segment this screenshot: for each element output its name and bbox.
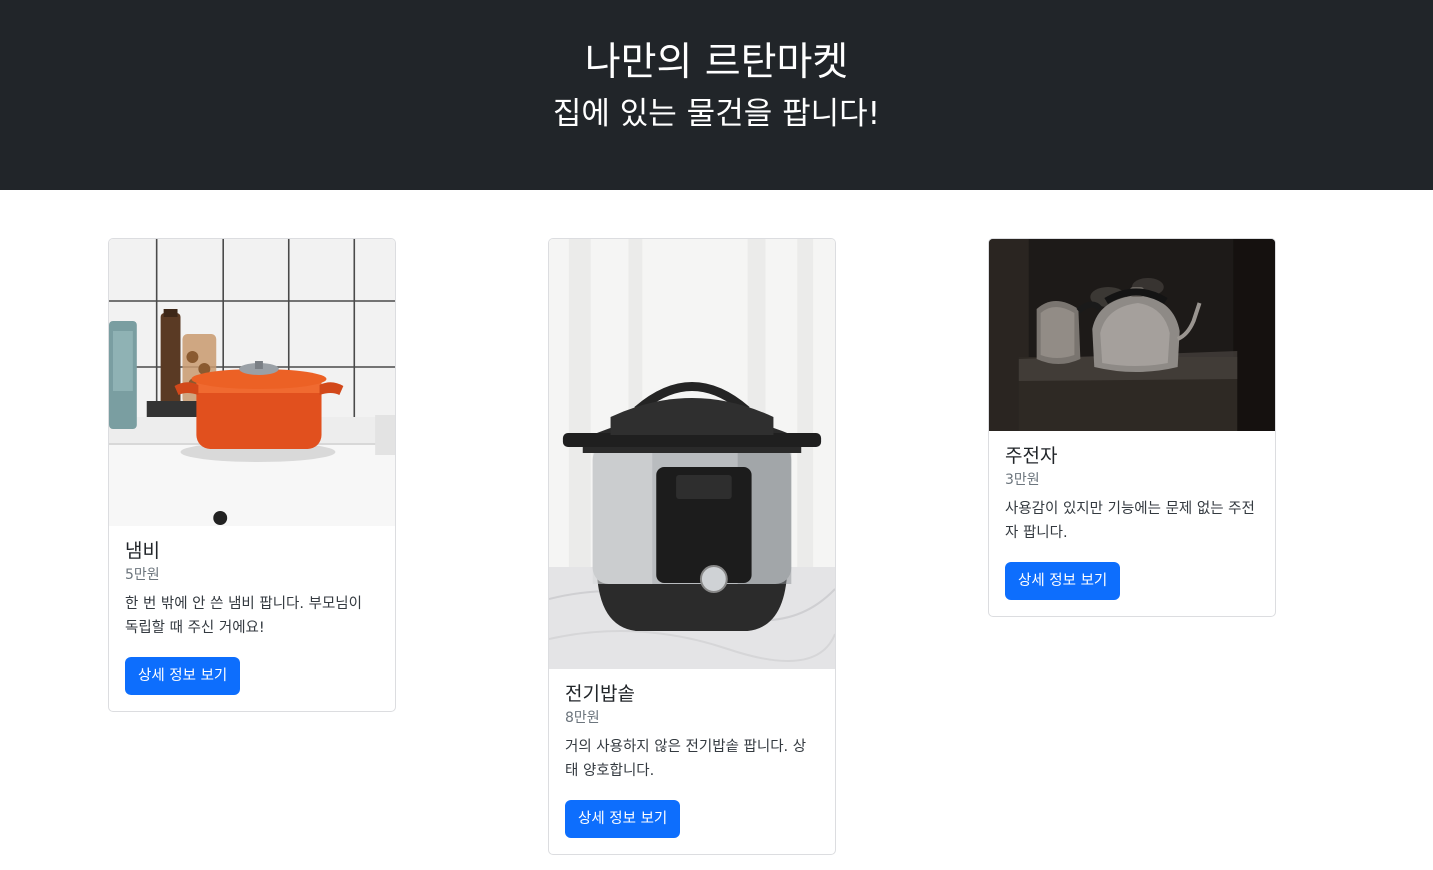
- card-body: 주전자 3만원 사용감이 있지만 기능에는 문제 없는 주전자 팝니다. 상세 …: [989, 431, 1275, 616]
- product-card-kettle: 주전자 3만원 사용감이 있지만 기능에는 문제 없는 주전자 팝니다. 상세 …: [988, 238, 1276, 617]
- page-header: 나만의 르탄마켓 집에 있는 물건을 팝니다!: [0, 0, 1433, 190]
- product-card-rice-cooker: 전기밥솥 8만원 거의 사용하지 않은 전기밥솥 팝니다. 상태 양호합니다. …: [548, 238, 836, 855]
- product-description: 거의 사용하지 않은 전기밥솥 팝니다. 상태 양호합니다.: [565, 739, 807, 779]
- product-title: 주전자: [1005, 445, 1058, 467]
- product-card-pot: 냄비 5만원 한 번 밖에 안 쓴 냄비 팝니다. 부모님이 독립할 때 주신 …: [108, 238, 396, 712]
- product-title: 전기밥솥: [565, 683, 635, 705]
- view-details-button[interactable]: 상세 정보 보기: [565, 800, 681, 838]
- product-image-pot: [109, 239, 395, 526]
- instant-pot-image: [549, 239, 835, 669]
- site-title: 나만의 르탄마켓: [584, 40, 849, 85]
- product-image-kettle: [989, 239, 1275, 431]
- product-price: 8만원: [565, 710, 600, 726]
- product-description: 한 번 밖에 안 쓴 냄비 팝니다. 부모님이 독립할 때 주신 거에요!: [125, 596, 362, 636]
- view-details-button[interactable]: 상세 정보 보기: [1005, 562, 1121, 600]
- card-body: 전기밥솥 8만원 거의 사용하지 않은 전기밥솥 팝니다. 상태 양호합니다. …: [549, 669, 835, 854]
- orange-pot-image: [109, 239, 395, 526]
- product-title: 냄비: [125, 540, 160, 562]
- card-body: 냄비 5만원 한 번 밖에 안 쓴 냄비 팝니다. 부모님이 독립할 때 주신 …: [109, 526, 395, 711]
- view-details-button[interactable]: 상세 정보 보기: [125, 657, 241, 695]
- product-price: 3만원: [1005, 472, 1040, 488]
- site-subtitle: 집에 있는 물건을 팝니다!: [552, 96, 881, 132]
- kettle-image: [989, 239, 1275, 431]
- product-description: 사용감이 있지만 기능에는 문제 없는 주전자 팝니다.: [1005, 501, 1255, 541]
- product-price: 5만원: [125, 567, 160, 583]
- product-image-rice-cooker: [549, 239, 835, 669]
